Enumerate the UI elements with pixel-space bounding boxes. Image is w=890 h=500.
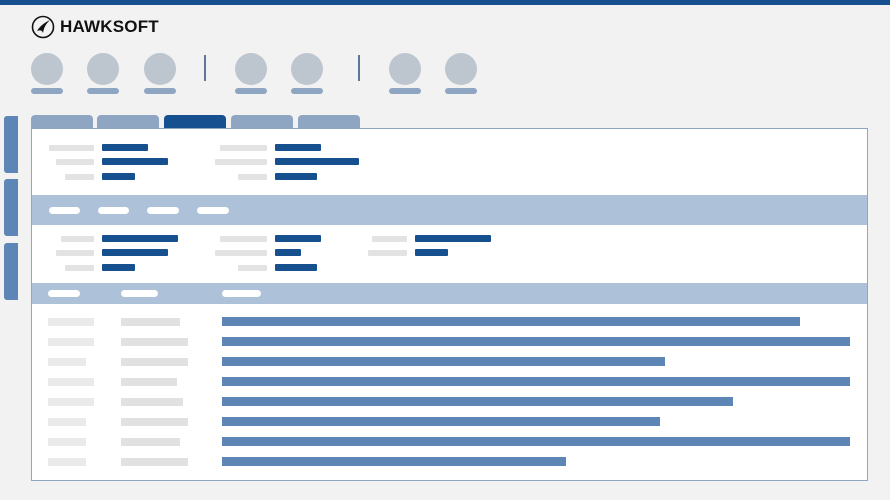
row-cell-1	[48, 378, 94, 386]
top-accent-bar	[0, 0, 890, 5]
column-header-1[interactable]	[48, 290, 80, 297]
field-value	[415, 249, 448, 256]
hawk-logo-icon	[31, 15, 55, 39]
toolbar-button-1-icon	[31, 53, 63, 85]
row-cell-2	[121, 358, 188, 366]
toolbar-separator	[358, 55, 360, 81]
toolbar-button-6-icon	[389, 53, 421, 85]
row-value-bar	[222, 337, 850, 346]
field-value	[102, 249, 168, 256]
toolbar-button-4-label	[235, 88, 267, 94]
field-value	[275, 158, 359, 165]
row-value-bar	[222, 457, 566, 466]
toolbar-button-6[interactable]	[389, 53, 421, 97]
toolbar-button-5-icon	[291, 53, 323, 85]
section-tab-2[interactable]	[98, 207, 129, 214]
row-cell-2	[121, 438, 180, 446]
field-label	[220, 145, 267, 151]
toolbar-button-7-label	[445, 88, 477, 94]
field-label	[368, 250, 407, 256]
row-cell-1	[48, 458, 86, 466]
toolbar-button-4-icon	[235, 53, 267, 85]
toolbar-button-5[interactable]	[291, 53, 323, 97]
field-label	[238, 265, 267, 271]
field-label	[372, 236, 407, 242]
field-value	[102, 144, 148, 151]
toolbar-button-1-label	[31, 88, 63, 94]
field-label	[238, 174, 267, 180]
field-value	[275, 173, 317, 180]
row-cell-1	[48, 358, 86, 366]
section-tab-4[interactable]	[197, 207, 229, 214]
column-header-3[interactable]	[222, 290, 261, 297]
app-logo: HAWKSOFT	[31, 14, 159, 40]
field-label	[56, 250, 94, 256]
section-header-1	[32, 195, 867, 225]
row-cell-1	[48, 318, 94, 326]
field-value	[102, 173, 135, 180]
brand-name: HAWKSOFT	[60, 17, 159, 36]
row-cell-2	[121, 318, 180, 326]
field-value	[275, 249, 301, 256]
toolbar-button-6-label	[389, 88, 421, 94]
row-cell-2	[121, 378, 177, 386]
toolbar-button-2[interactable]	[87, 53, 119, 97]
toolbar-separator	[204, 55, 206, 81]
toolbar-button-5-label	[291, 88, 323, 94]
row-value-bar	[222, 357, 665, 366]
field-label	[65, 174, 94, 180]
toolbar-button-3[interactable]	[144, 53, 176, 97]
table-header	[32, 283, 867, 304]
field-label	[215, 250, 267, 256]
field-label	[220, 236, 267, 242]
row-cell-1	[48, 438, 86, 446]
main-panel	[31, 128, 868, 481]
side-tab-3[interactable]	[4, 243, 18, 300]
row-cell-2	[121, 418, 188, 426]
field-value	[102, 235, 178, 242]
field-label	[215, 159, 267, 165]
field-value	[275, 264, 317, 271]
row-value-bar	[222, 397, 733, 406]
field-label	[61, 236, 94, 242]
section-tab-3[interactable]	[147, 207, 179, 214]
row-cell-1	[48, 398, 94, 406]
field-value	[415, 235, 491, 242]
column-header-2[interactable]	[121, 290, 158, 297]
toolbar-button-3-icon	[144, 53, 176, 85]
row-value-bar	[222, 377, 850, 386]
row-cell-2	[121, 338, 188, 346]
row-cell-2	[121, 398, 183, 406]
toolbar-button-3-label	[144, 88, 176, 94]
field-value	[275, 144, 321, 151]
row-cell-2	[121, 458, 188, 466]
field-value	[275, 235, 321, 242]
field-label	[49, 145, 94, 151]
row-value-bar	[222, 437, 850, 446]
side-tab-1[interactable]	[4, 116, 18, 173]
toolbar-button-2-icon	[87, 53, 119, 85]
toolbar-button-4[interactable]	[235, 53, 267, 97]
toolbar-button-2-label	[87, 88, 119, 94]
row-cell-1	[48, 418, 86, 426]
toolbar-button-7[interactable]	[445, 53, 477, 97]
section-tab-1[interactable]	[49, 207, 80, 214]
field-value	[102, 158, 168, 165]
toolbar-button-1[interactable]	[31, 53, 63, 97]
toolbar-button-7-icon	[445, 53, 477, 85]
field-label	[65, 265, 94, 271]
side-tab-2[interactable]	[4, 179, 18, 236]
row-value-bar	[222, 317, 800, 326]
row-value-bar	[222, 417, 660, 426]
row-cell-1	[48, 338, 94, 346]
field-label	[56, 159, 94, 165]
field-value	[102, 264, 135, 271]
